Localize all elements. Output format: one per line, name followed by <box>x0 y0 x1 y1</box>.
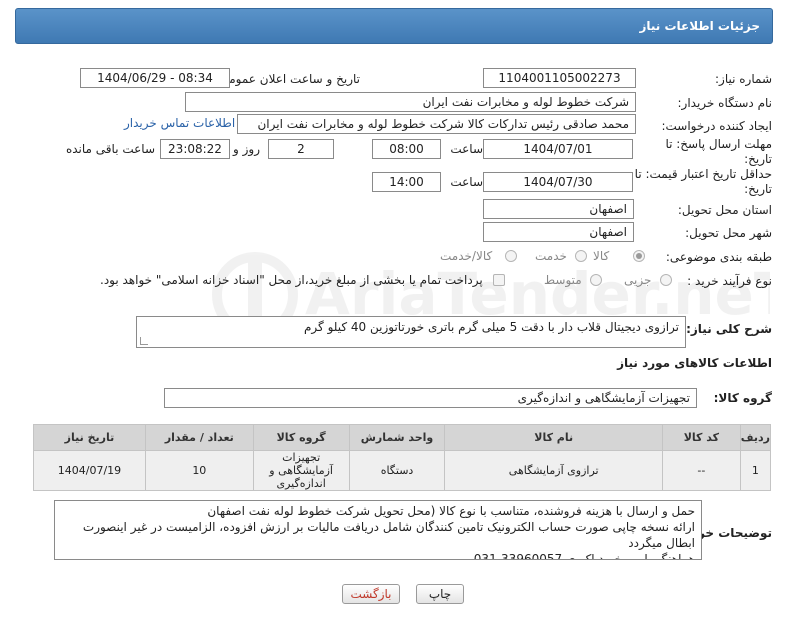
treasury-payment-note: پرداخت تمام یا بخشی از مبلغ خرید،از محل … <box>100 273 483 287</box>
buyer-notes-line: حمل و ارسال با هزینه فروشنده، متناسب با … <box>207 504 695 518</box>
col-need-date: تاریخ نیاز <box>33 424 146 451</box>
category-option-goods-service: کالا/خدمت <box>440 249 493 263</box>
remaining-label: ساعت باقی مانده <box>65 142 155 156</box>
description-text: ترازوی دیجیتال قلاب دار با دقت 5 میلی گر… <box>303 320 679 334</box>
col-quantity: تعداد / مقدار <box>144 424 254 451</box>
day-and-label: روز و <box>233 142 260 156</box>
process-radio-medium[interactable] <box>590 274 602 286</box>
items-table: ردیف کد کالا نام کالا واحد شمارش گروه کا… <box>33 424 772 491</box>
announce-datetime-label: تاریخ و ساعت اعلان عمومی: <box>215 72 360 86</box>
treasury-payment-checkbox[interactable] <box>493 274 505 286</box>
buyer-notes-line: هماهنگی امور خرید اکبری 33960057-031 <box>473 552 695 560</box>
city-label: شهر محل تحویل: <box>685 226 772 240</box>
back-button[interactable]: بازگشت <box>342 584 400 604</box>
category-radio-goods-service[interactable] <box>505 250 517 262</box>
description-label: شرح کلی نیاز: <box>686 322 772 336</box>
requester-label: ایجاد کننده درخواست: <box>661 119 772 133</box>
validity-time-label: ساعت <box>450 175 483 189</box>
print-button[interactable]: چاپ <box>416 584 464 604</box>
buyer-notes-line: ارائه نسخه چاپی صورت حساب الکترونیک تامی… <box>82 520 695 534</box>
buyer-contact-link[interactable]: اطلاعات تماس خریدار <box>124 116 235 130</box>
goods-group-label: گروه کالا: <box>713 391 772 405</box>
cell-item-code: -- <box>661 450 741 491</box>
category-option-service: خدمت <box>535 249 567 263</box>
category-radio-goods[interactable] <box>633 250 645 262</box>
cell-item-name: ترازوی آزمایشگاهی <box>444 450 663 491</box>
province-field: اصفهان <box>483 199 634 219</box>
cell-need-date: 1404/07/19 <box>33 450 146 491</box>
category-option-goods: کالا <box>593 249 610 263</box>
table-header-row: ردیف کد کالا نام کالا واحد شمارش گروه کا… <box>33 424 772 451</box>
validity-time-field: 14:00 <box>372 172 441 192</box>
city-field: اصفهان <box>483 222 634 242</box>
reply-time-field: 08:00 <box>372 139 441 159</box>
table-row: 1 -- ترازوی آزمایشگاهی دستگاه تجهیزات آز… <box>33 450 772 491</box>
goods-info-title: اطلاعات کالاهای مورد نیاز <box>617 356 772 370</box>
cell-group: تجهیزات آزمایشگاهی و اندازه‌گیری <box>252 450 350 491</box>
category-label: طبقه بندی موضوعی: <box>665 250 772 264</box>
buyer-notes-line: ابطال میگردد <box>628 536 695 550</box>
days-field: 2 <box>268 139 334 159</box>
process-option-minor: جزیی <box>624 273 652 287</box>
buyer-notes-textarea[interactable]: حمل و ارسال با هزینه فروشنده، متناسب با … <box>54 500 702 560</box>
description-textarea[interactable]: ترازوی دیجیتال قلاب دار با دقت 5 میلی گر… <box>136 316 686 348</box>
category-radio-service[interactable] <box>575 250 587 262</box>
process-radio-minor[interactable] <box>660 274 672 286</box>
price-validity-label: حداقل تاریخ اعتبار قیمت: تا تاریخ: <box>634 167 772 196</box>
reply-deadline-label: مهلت ارسال پاسخ: تا تاریخ: <box>665 137 772 166</box>
reply-time-label: ساعت <box>450 142 483 156</box>
col-item-code: کد کالا <box>661 424 741 451</box>
reply-date-field: 1404/07/01 <box>483 139 633 159</box>
col-group: گروه کالا <box>252 424 350 451</box>
cell-row-number: 1 <box>739 450 772 491</box>
cell-quantity: 10 <box>144 450 254 491</box>
col-row-number: ردیف <box>739 424 772 451</box>
province-label: استان محل تحویل: <box>677 203 772 217</box>
process-type-label: نوع فرآیند خرید : <box>687 274 772 288</box>
col-item-name: نام کالا <box>444 424 663 451</box>
remaining-time-field: 23:08:22 <box>160 139 230 159</box>
validity-date-field: 1404/07/30 <box>483 172 633 192</box>
resize-handle-icon[interactable] <box>140 337 148 345</box>
announce-datetime-field: 1404/06/29 - 08:34 <box>80 68 230 88</box>
goods-group-field: تجهیزات آزمایشگاهی و اندازه‌گیری <box>164 388 697 408</box>
col-unit: واحد شمارش <box>348 424 446 451</box>
buyer-org-label: نام دستگاه خریدار: <box>677 96 773 110</box>
need-number-field: 1104001105002273 <box>483 68 636 88</box>
page-title: جزئیات اطلاعات نیاز <box>639 19 760 33</box>
cell-unit: دستگاه <box>348 450 446 491</box>
process-option-medium: متوسط <box>544 273 582 287</box>
buyer-org-field: شرکت خطوط لوله و مخابرات نفت ایران <box>185 92 636 112</box>
requester-field: محمد صادقی رئیس تدارکات کالا شرکت خطوط ل… <box>237 114 636 134</box>
panel-header: جزئیات اطلاعات نیاز <box>15 8 773 44</box>
need-number-label: شماره نیاز: <box>715 72 772 86</box>
